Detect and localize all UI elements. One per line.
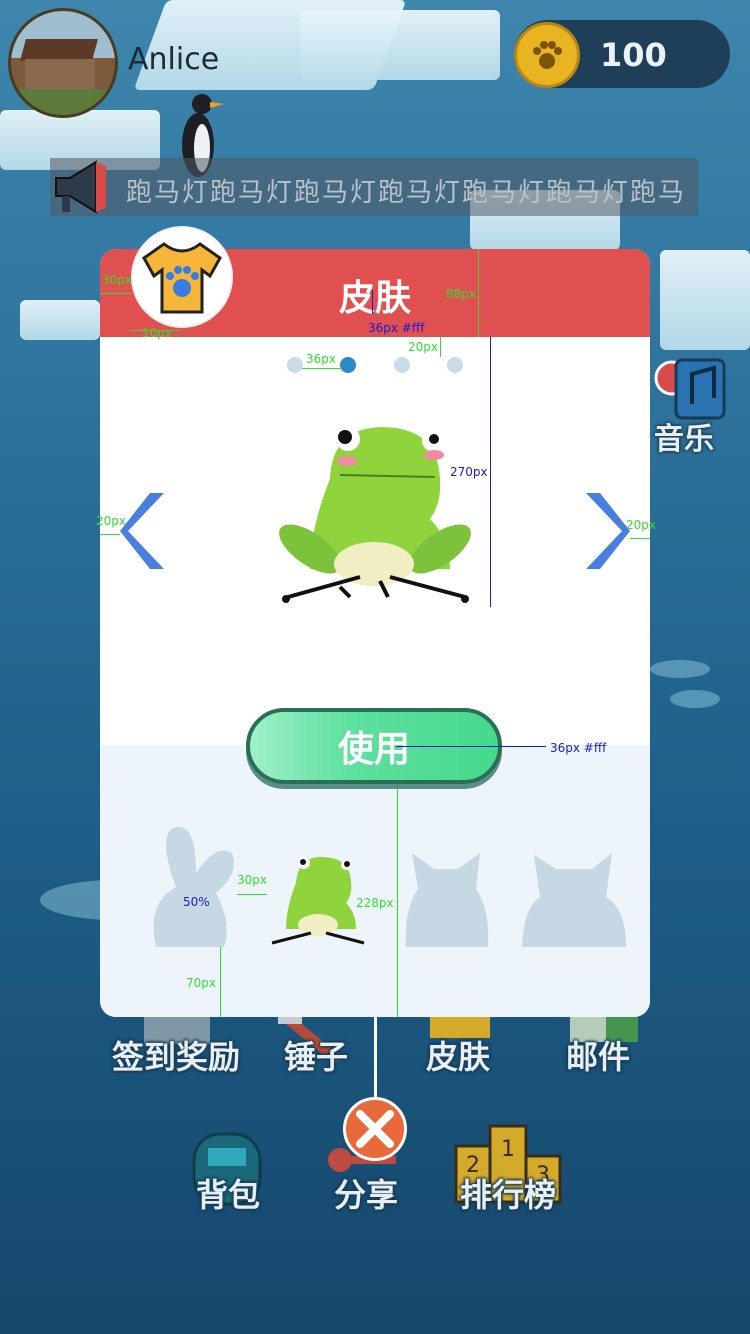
annotation-label: 10px [142,326,172,340]
annotation-line [490,337,491,607]
annotation-line [302,368,342,369]
carousel-dot-active[interactable] [340,357,356,373]
annotation-line [372,290,373,314]
annotation-line [397,789,398,1017]
avatar[interactable] [8,8,118,118]
annotation-label: 88px [446,287,476,301]
frog-skin-thumb[interactable] [266,853,368,949]
ice-floe [660,250,750,350]
shirt-icon [142,242,222,314]
annotation-line [478,249,479,337]
annotation-label: 36px #fff [368,321,425,335]
prev-arrow-icon[interactable] [120,491,168,571]
annotation-label: 36px #fff [550,741,607,755]
frog-skin-preview [279,427,471,603]
water-ripple [670,690,720,708]
marquee-text: 跑马灯跑马灯跑马灯跑马灯跑马灯跑马灯跑马 [126,178,687,208]
annotation-label: 36px [306,352,336,366]
skin-badge [133,228,231,326]
close-button[interactable] [343,1097,407,1161]
annotation-label: 20px [626,518,656,532]
annotation-label: 20px [408,340,438,354]
menu-hammer-label[interactable]: 锤子 [284,1032,348,1078]
menu-share-label[interactable]: 分享 [334,1170,398,1216]
annotation-label: 30px [237,873,267,887]
annotation-line [237,894,267,895]
username: Anlice [128,42,220,77]
menu-mail-label[interactable]: 邮件 [566,1032,630,1078]
close-connector [374,1017,377,1099]
annotation-label: 20px [96,514,126,528]
annotation-line [630,538,650,539]
annotation-label: 50% [183,895,210,909]
rabbit-skin-thumb[interactable] [136,823,240,949]
ice-floe [300,10,500,80]
ice-floe [20,300,100,340]
annotation-line [440,337,441,357]
megaphone-icon [55,160,106,214]
music-label[interactable]: 音乐 [654,414,714,458]
cat-skin-thumb[interactable] [400,849,492,949]
close-icon [356,1110,394,1148]
menu-ranking-label[interactable]: 排行榜 [460,1170,556,1216]
annotation-label: 228px [356,896,394,910]
annotation-line [220,947,221,1017]
annotation-line [100,293,132,294]
coin-count: 100 [600,36,667,74]
annotation-line [396,746,546,747]
bear-skin-thumb[interactable] [516,847,632,949]
carousel-dot[interactable] [287,357,303,373]
svg-text:1: 1 [501,1137,515,1162]
paw-coin-icon [514,22,580,88]
menu-signin-label[interactable]: 签到奖励 [112,1032,240,1078]
next-arrow-icon[interactable] [582,491,630,571]
carousel-dot[interactable] [394,357,410,373]
carousel-dot[interactable] [447,357,463,373]
water-ripple [650,660,710,678]
annotation-label: 270px [450,465,488,479]
annotation-label: 70px [186,976,216,990]
menu-backpack-label[interactable]: 背包 [196,1170,260,1216]
menu-skin-label[interactable]: 皮肤 [426,1032,490,1078]
annotation-line [100,534,120,535]
annotation-label: 30px [102,273,132,287]
